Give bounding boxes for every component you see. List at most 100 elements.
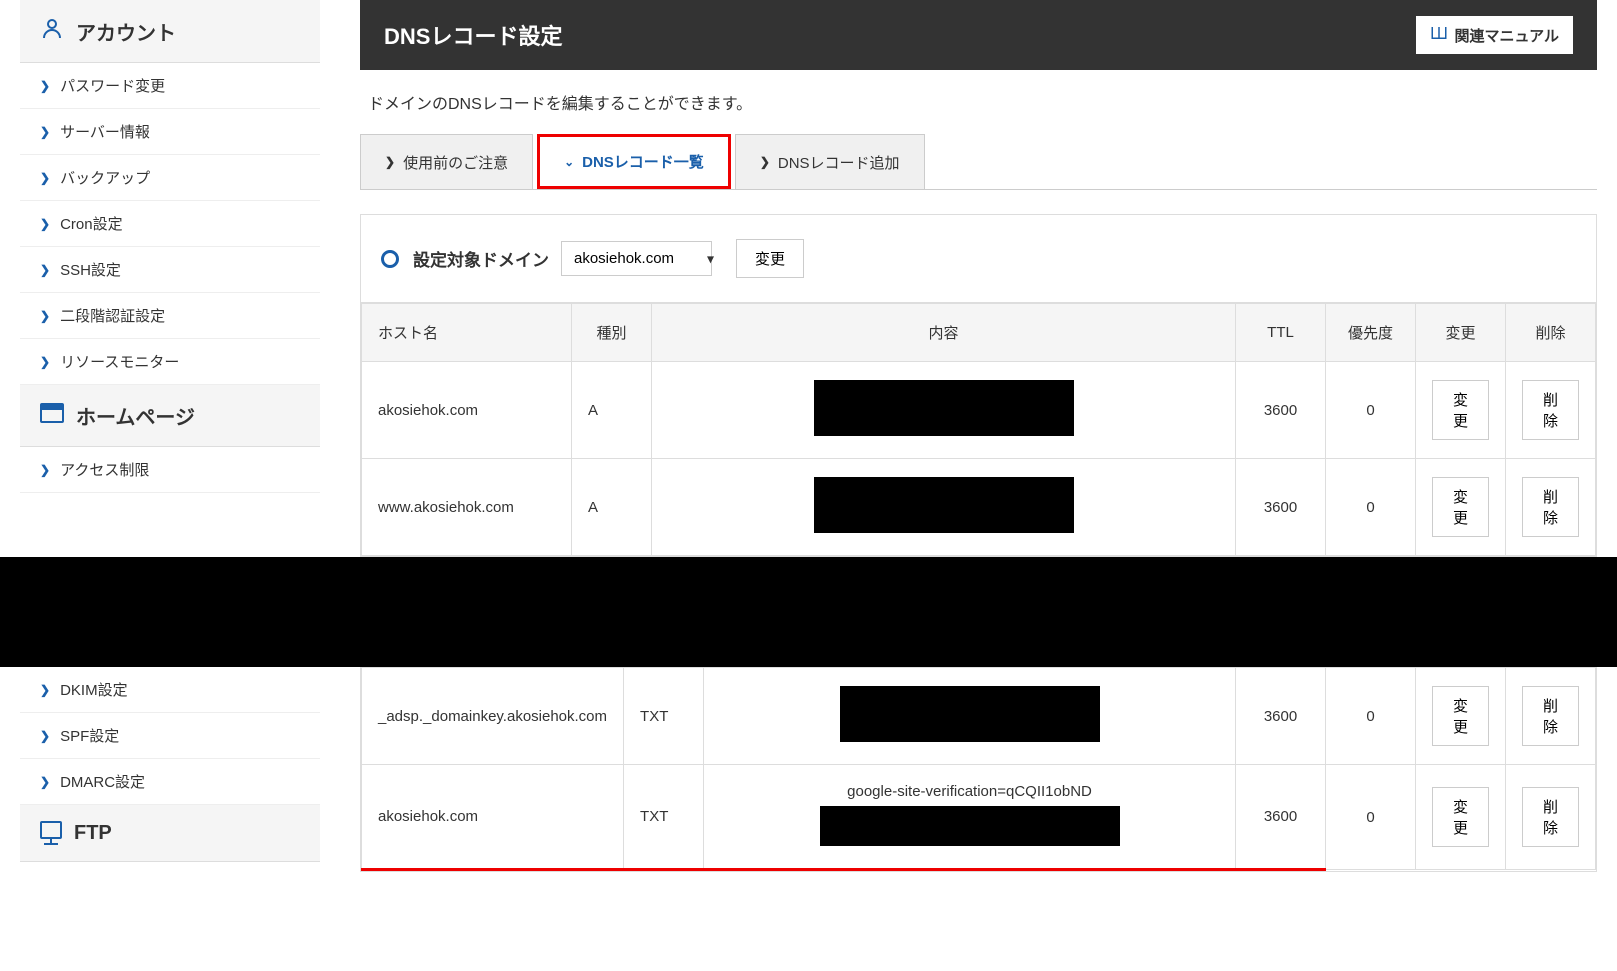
dns-table-bottom: _adsp._domainkey.akosiehok.comTXT36000変更… <box>361 667 1596 871</box>
cell-type: A <box>572 459 652 556</box>
chevron-right-icon: ❯ <box>40 729 50 743</box>
table-row: _adsp._domainkey.akosiehok.comTXT36000変更… <box>362 668 1596 765</box>
sidebar-item-password[interactable]: ❯パスワード変更 <box>20 63 320 109</box>
cell-type: TXT <box>624 765 704 870</box>
edit-button[interactable]: 変更 <box>1432 477 1489 537</box>
chevron-down-icon: ⌄ <box>564 155 574 169</box>
dns-list-panel: 設定対象ドメイン akosiehok.com 変更 ホスト名 種別 内容 TTL… <box>360 214 1597 557</box>
cell-priority: 0 <box>1326 668 1416 765</box>
domain-change-button[interactable]: 変更 <box>736 239 804 278</box>
window-icon <box>40 403 64 429</box>
chevron-right-icon: ❯ <box>40 355 50 369</box>
redacted-content <box>814 380 1074 436</box>
delete-button[interactable]: 削除 <box>1522 686 1579 746</box>
cell-delete: 削除 <box>1506 362 1596 459</box>
redacted-content <box>814 477 1074 533</box>
cell-content <box>704 668 1236 765</box>
sidebar-item-resource-monitor[interactable]: ❯リソースモニター <box>20 339 320 385</box>
cell-ttl: 3600 <box>1236 459 1326 556</box>
page-title: DNSレコード設定 <box>384 19 562 51</box>
book-icon <box>1430 24 1448 46</box>
sidebar-item-spf[interactable]: ❯SPF設定 <box>20 713 320 759</box>
redacted-content <box>820 806 1120 846</box>
tab-caution[interactable]: ❯ 使用前のご注意 <box>360 134 533 189</box>
sidebar-item-dmarc[interactable]: ❯DMARC設定 <box>20 759 320 805</box>
cell-content: google-site-verification=qCQII1obND <box>704 765 1236 870</box>
th-type: 種別 <box>572 304 652 362</box>
th-content: 内容 <box>652 304 1236 362</box>
cell-priority: 0 <box>1326 362 1416 459</box>
edit-button[interactable]: 変更 <box>1432 686 1489 746</box>
sidebar: アカウント ❯パスワード変更 ❯サーバー情報 ❯バックアップ ❯Cron設定 ❯… <box>0 0 340 557</box>
th-delete: 削除 <box>1506 304 1596 362</box>
chevron-right-icon: ❯ <box>40 775 50 789</box>
sidebar-item-2fa[interactable]: ❯二段階認証設定 <box>20 293 320 339</box>
cell-priority: 0 <box>1326 765 1416 870</box>
domain-select[interactable]: akosiehok.com <box>561 241 712 276</box>
tabs: ❯ 使用前のご注意 ⌄ DNSレコード一覧 ❯ DNSレコード追加 <box>360 134 1597 190</box>
table-row: akosiehok.comTXT google-site-verification… <box>362 765 1596 870</box>
th-host: ホスト名 <box>362 304 572 362</box>
sidebar-header-label: アカウント <box>76 17 176 46</box>
th-ttl: TTL <box>1236 304 1326 362</box>
cell-content <box>652 362 1236 459</box>
cell-host: akosiehok.com <box>362 765 624 870</box>
cell-content-text: google-site-verification=qCQII1obND <box>720 783 1219 800</box>
th-edit: 変更 <box>1416 304 1506 362</box>
cell-host: www.akosiehok.com <box>362 459 572 556</box>
monitor-icon <box>40 821 62 845</box>
edit-button[interactable]: 変更 <box>1432 380 1489 440</box>
domain-label: 設定対象ドメイン <box>413 246 549 271</box>
page-description: ドメインのDNSレコードを編集することができます。 <box>360 90 1597 114</box>
delete-button[interactable]: 削除 <box>1522 787 1579 847</box>
main-content: DNSレコード設定 関連マニュアル ドメインのDNSレコードを編集することができ… <box>340 0 1617 557</box>
cell-edit: 変更 <box>1416 765 1506 870</box>
cell-ttl: 3600 <box>1236 765 1326 870</box>
dns-table: ホスト名 種別 内容 TTL 優先度 変更 削除 akosiehok.comA 3… <box>361 303 1596 556</box>
redacted-content <box>840 686 1100 742</box>
chevron-right-icon: ❯ <box>40 217 50 231</box>
tab-dns-add[interactable]: ❯ DNSレコード追加 <box>735 134 925 189</box>
cell-delete: 削除 <box>1506 668 1596 765</box>
chevron-right-icon: ❯ <box>385 155 395 169</box>
th-priority: 優先度 <box>1326 304 1416 362</box>
sidebar-header-ftp: FTP <box>20 805 320 862</box>
cell-ttl: 3600 <box>1236 362 1326 459</box>
cell-ttl: 3600 <box>1236 668 1326 765</box>
chevron-right-icon: ❯ <box>40 463 50 477</box>
cell-host: akosiehok.com <box>362 362 572 459</box>
sidebar-item-cron[interactable]: ❯Cron設定 <box>20 201 320 247</box>
sidebar-item-backup[interactable]: ❯バックアップ <box>20 155 320 201</box>
sidebar-header-homepage: ホームページ <box>20 385 320 447</box>
chevron-right-icon: ❯ <box>40 263 50 277</box>
cell-edit: 変更 <box>1416 668 1506 765</box>
sidebar-item-dkim[interactable]: ❯DKIM設定 <box>20 667 320 713</box>
cell-priority: 0 <box>1326 459 1416 556</box>
cell-delete: 削除 <box>1506 459 1596 556</box>
sidebar-header-label: FTP <box>74 822 112 845</box>
chevron-right-icon: ❯ <box>40 125 50 139</box>
manual-button[interactable]: 関連マニュアル <box>1416 16 1573 54</box>
person-icon <box>40 16 64 46</box>
chevron-right-icon: ❯ <box>40 309 50 323</box>
cell-edit: 変更 <box>1416 459 1506 556</box>
radio-icon <box>381 250 399 268</box>
delete-button[interactable]: 削除 <box>1522 380 1579 440</box>
edit-button[interactable]: 変更 <box>1432 787 1489 847</box>
sidebar-header-label: ホームページ <box>76 401 195 430</box>
sidebar-item-access-restriction[interactable]: ❯アクセス制限 <box>20 447 320 493</box>
tab-dns-list[interactable]: ⌄ DNSレコード一覧 <box>537 134 731 189</box>
delete-button[interactable]: 削除 <box>1522 477 1579 537</box>
sidebar-item-server-info[interactable]: ❯サーバー情報 <box>20 109 320 155</box>
table-row: akosiehok.comA 36000 変更削除 <box>362 362 1596 459</box>
sidebar-item-ssh[interactable]: ❯SSH設定 <box>20 247 320 293</box>
chevron-right-icon: ❯ <box>760 155 770 169</box>
sidebar-bottom: ❯DKIM設定 ❯SPF設定 ❯DMARC設定 FTP <box>0 667 340 872</box>
chevron-right-icon: ❯ <box>40 683 50 697</box>
main-bottom: _adsp._domainkey.akosiehok.comTXT36000変更… <box>340 667 1617 872</box>
cell-type: A <box>572 362 652 459</box>
sidebar-header-account: アカウント <box>20 0 320 63</box>
chevron-right-icon: ❯ <box>40 171 50 185</box>
redaction-strip <box>0 557 1617 667</box>
cell-delete: 削除 <box>1506 765 1596 870</box>
